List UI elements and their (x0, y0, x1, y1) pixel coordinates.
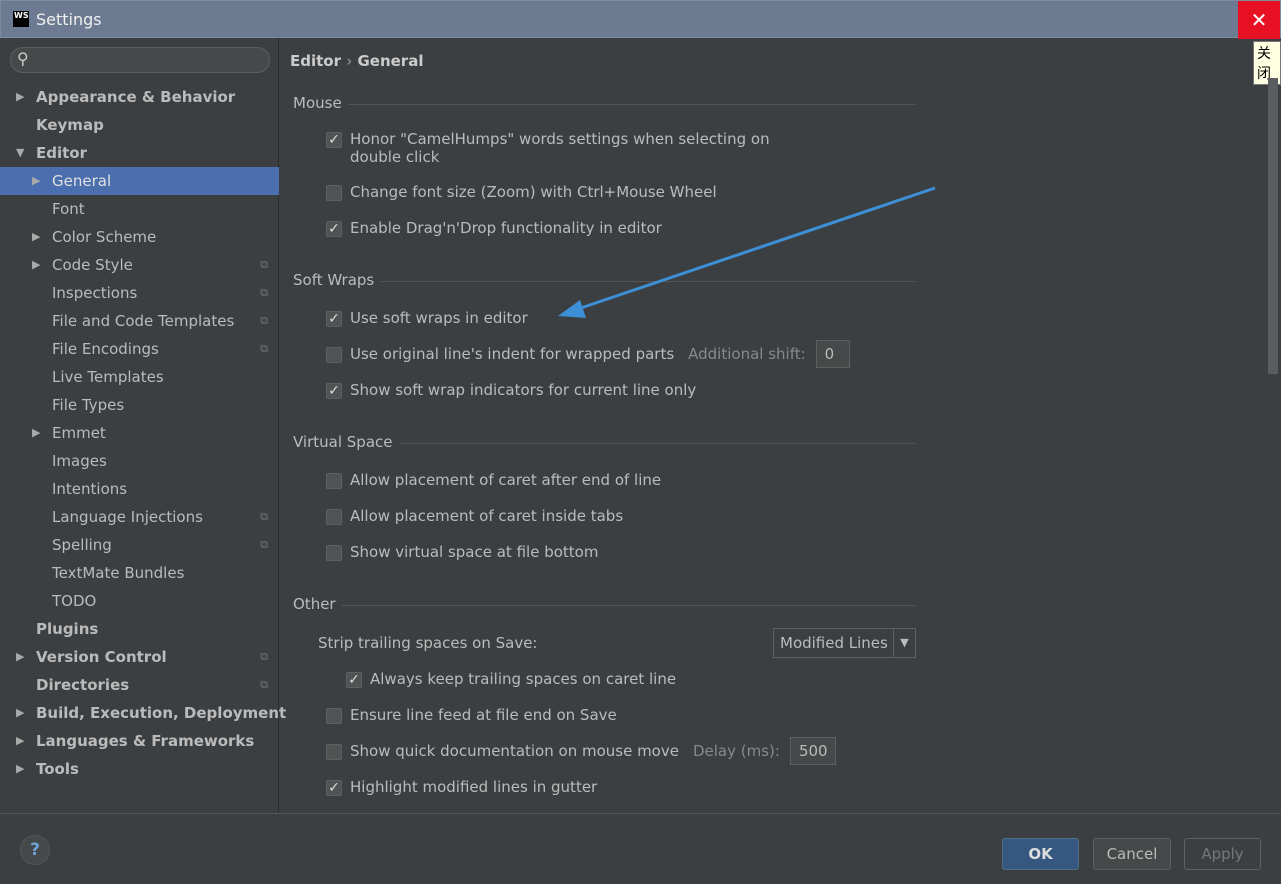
ok-button[interactable]: OK (1002, 838, 1079, 870)
apply-button[interactable]: Apply (1184, 838, 1261, 870)
dialog-footer: ? OK Cancel Apply (0, 813, 1281, 884)
cancel-button[interactable]: Cancel (1093, 838, 1171, 870)
annotation-arrow (558, 186, 936, 318)
scrollbar[interactable] (1268, 78, 1278, 374)
help-button[interactable]: ? (20, 835, 50, 865)
